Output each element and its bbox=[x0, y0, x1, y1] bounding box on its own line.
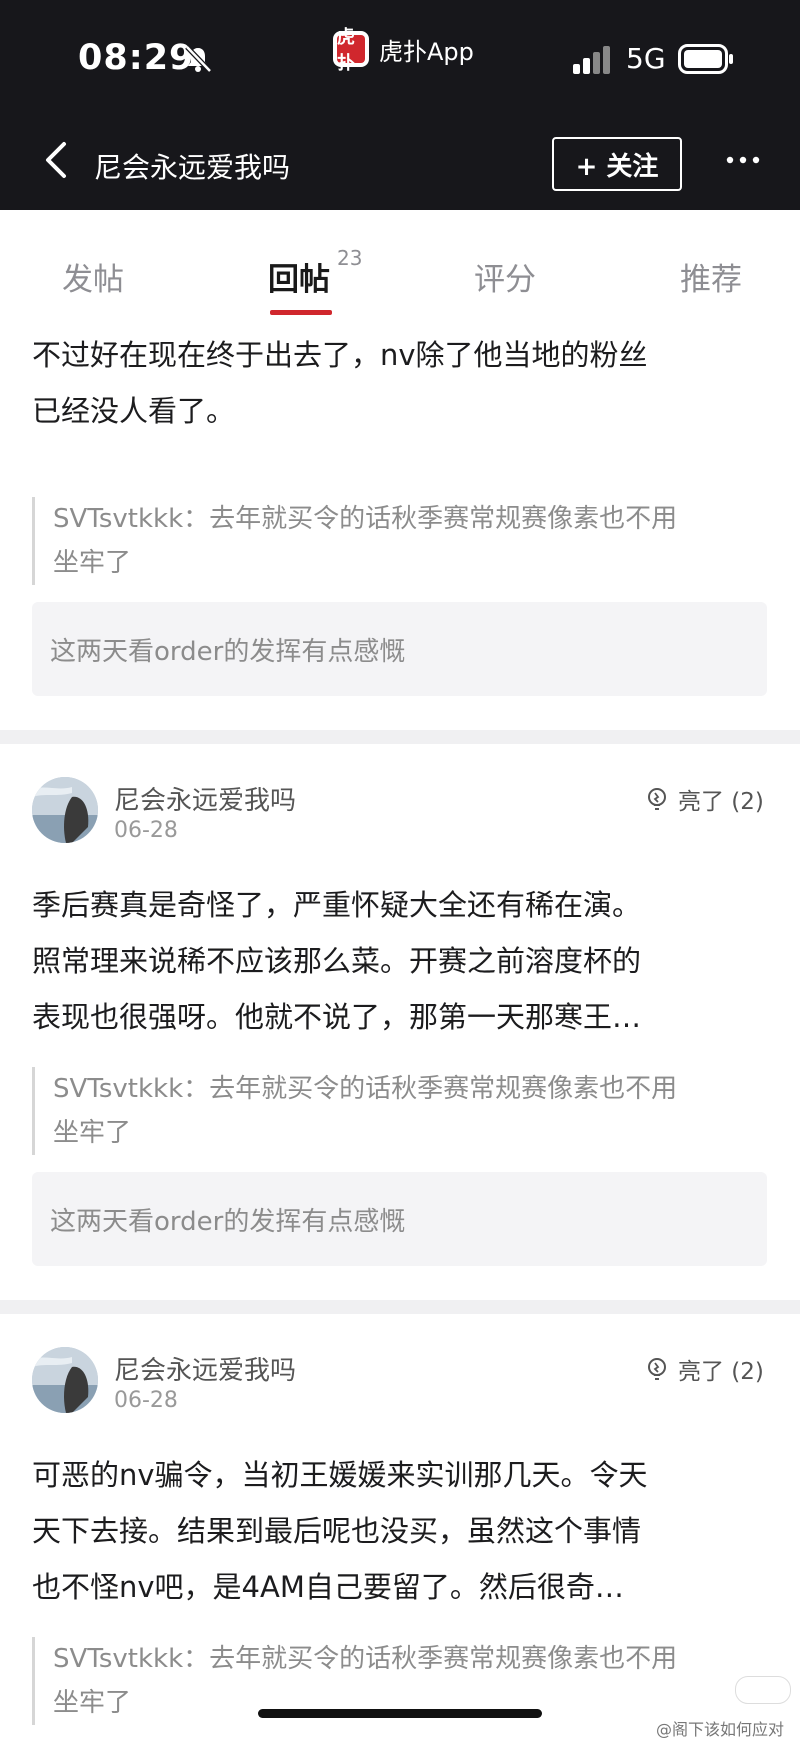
page-title: 尼会永远爱我吗 bbox=[94, 151, 291, 184]
tab-bar: 发帖 回帖 23 评分 推荐 bbox=[0, 228, 800, 320]
post-text-line: 已经没人看了。 bbox=[32, 394, 236, 428]
status-bar: 08:29 虎扑 虎扑App 5G bbox=[0, 0, 800, 110]
quote-line: 坐牢了 bbox=[53, 1688, 132, 1718]
post-text-line: 季后赛真是奇怪了，严重怀疑大全还有稀在演。 bbox=[32, 888, 642, 922]
tab-recommend[interactable]: 推荐 bbox=[680, 254, 742, 299]
reply-list[interactable]: 06-28 不过好在现在终于出去了，nv除了他当地的粉丝 已经没人看了。 SVT… bbox=[0, 228, 800, 1734]
bell-muted-icon bbox=[185, 45, 212, 73]
post-body[interactable]: 季后赛真是奇怪了，严重怀疑大全还有稀在演。 照常理来说稀不应该那么菜。开赛之前溶… bbox=[32, 877, 722, 1045]
sub-reply-box[interactable]: 这两天看order的发挥有点感慨 bbox=[32, 1172, 767, 1266]
follow-button[interactable]: + 关注 bbox=[552, 137, 682, 191]
app-name: 虎扑App bbox=[379, 37, 474, 66]
post-text-line: 照常理来说稀不应该那么菜。开赛之前溶度杯的 bbox=[32, 944, 642, 978]
lightbulb-icon bbox=[648, 788, 666, 810]
hupu-logo-icon: 虎扑 bbox=[333, 27, 369, 74]
watermark-logo bbox=[735, 1676, 791, 1704]
avatar[interactable] bbox=[32, 777, 98, 843]
post-text-line: 天下去接。结果到最后呢也没买，虽然这个事情 bbox=[32, 1514, 642, 1548]
status-time: 08:29 bbox=[78, 38, 195, 78]
post-text-line: 也不怪nv吧，是4AM自己要留了。然后很奇… bbox=[32, 1570, 624, 1604]
sub-reply-text: 这两天看order的发挥有点感慨 bbox=[50, 636, 406, 667]
post-date: 06-28 bbox=[114, 1388, 178, 1413]
more-icon[interactable] bbox=[726, 150, 760, 170]
author-name[interactable]: 尼会永远爱我吗 bbox=[114, 1350, 296, 1387]
post-divider bbox=[0, 1300, 800, 1314]
content-sheet: 06-28 不过好在现在终于出去了，nv除了他当地的粉丝 已经没人看了。 SVT… bbox=[0, 228, 800, 1734]
sub-reply-box[interactable]: 这两天看order的发挥有点感慨 bbox=[32, 602, 767, 696]
app-indicator[interactable]: 虎扑 虎扑App bbox=[333, 27, 474, 74]
post-text-line: 不过好在现在终于出去了，nv除了他当地的粉丝 bbox=[32, 338, 648, 372]
battery-icon bbox=[678, 44, 733, 74]
quote-line: 坐牢了 bbox=[53, 548, 132, 578]
quoted-reply[interactable]: SVTsvtkkk：去年就买令的话秋季赛常规赛像素也不用 坐牢了 bbox=[32, 497, 732, 585]
tab-posts[interactable]: 发帖 bbox=[62, 254, 124, 299]
home-indicator[interactable] bbox=[258, 1709, 542, 1718]
network-label: 5G bbox=[626, 42, 666, 75]
active-tab-indicator bbox=[270, 310, 332, 315]
post-text-line: 表现也很强呀。他就不说了，那第一天那寒王… bbox=[32, 1000, 642, 1034]
tab-replies-badge: 23 bbox=[337, 246, 363, 270]
quote-line: 坐牢了 bbox=[53, 1118, 132, 1148]
back-chevron-icon[interactable] bbox=[40, 140, 74, 180]
quote-line: SVTsvtkkk：去年就买令的话秋季赛常规赛像素也不用 bbox=[53, 1074, 678, 1104]
post-body[interactable]: 不过好在现在终于出去了，nv除了他当地的粉丝 已经没人看了。 bbox=[32, 327, 722, 439]
signal-icon bbox=[573, 46, 610, 74]
post-divider bbox=[0, 730, 800, 744]
avatar-image bbox=[32, 1347, 98, 1413]
lightbulb-icon bbox=[648, 1358, 666, 1380]
light-button[interactable]: 亮了 (2) bbox=[644, 1352, 764, 1386]
quoted-reply[interactable]: SVTsvtkkk：去年就买令的话秋季赛常规赛像素也不用 坐牢了 bbox=[32, 1067, 732, 1155]
post-text-line: 可恶的nv骗令，当初王媛媛来实训那几天。令天 bbox=[32, 1458, 648, 1492]
post-body[interactable]: 可恶的nv骗令，当初王媛媛来实训那几天。令天 天下去接。结果到最后呢也没买，虽然… bbox=[32, 1447, 722, 1615]
quote-line: SVTsvtkkk：去年就买令的话秋季赛常规赛像素也不用 bbox=[53, 504, 678, 534]
app-badge-text: 虎扑 bbox=[337, 27, 365, 74]
post-date: 06-28 bbox=[114, 818, 178, 843]
watermark-text: @阁下该如何应对 bbox=[656, 1720, 785, 1739]
avatar[interactable] bbox=[32, 1347, 98, 1413]
nav-bar: 尼会永远爱我吗 + 关注 bbox=[0, 110, 800, 210]
tab-ratings[interactable]: 评分 bbox=[474, 254, 536, 299]
avatar-image bbox=[32, 777, 98, 843]
quote-line: SVTsvtkkk：去年就买令的话秋季赛常规赛像素也不用 bbox=[53, 1644, 678, 1674]
tab-replies[interactable]: 回帖 bbox=[268, 254, 330, 299]
light-button[interactable]: 亮了 (2) bbox=[644, 782, 764, 816]
light-count: 亮了 (2) bbox=[678, 1359, 764, 1385]
sub-reply-text: 这两天看order的发挥有点感慨 bbox=[50, 1206, 406, 1237]
author-name[interactable]: 尼会永远爱我吗 bbox=[114, 780, 296, 817]
light-count: 亮了 (2) bbox=[678, 789, 764, 815]
